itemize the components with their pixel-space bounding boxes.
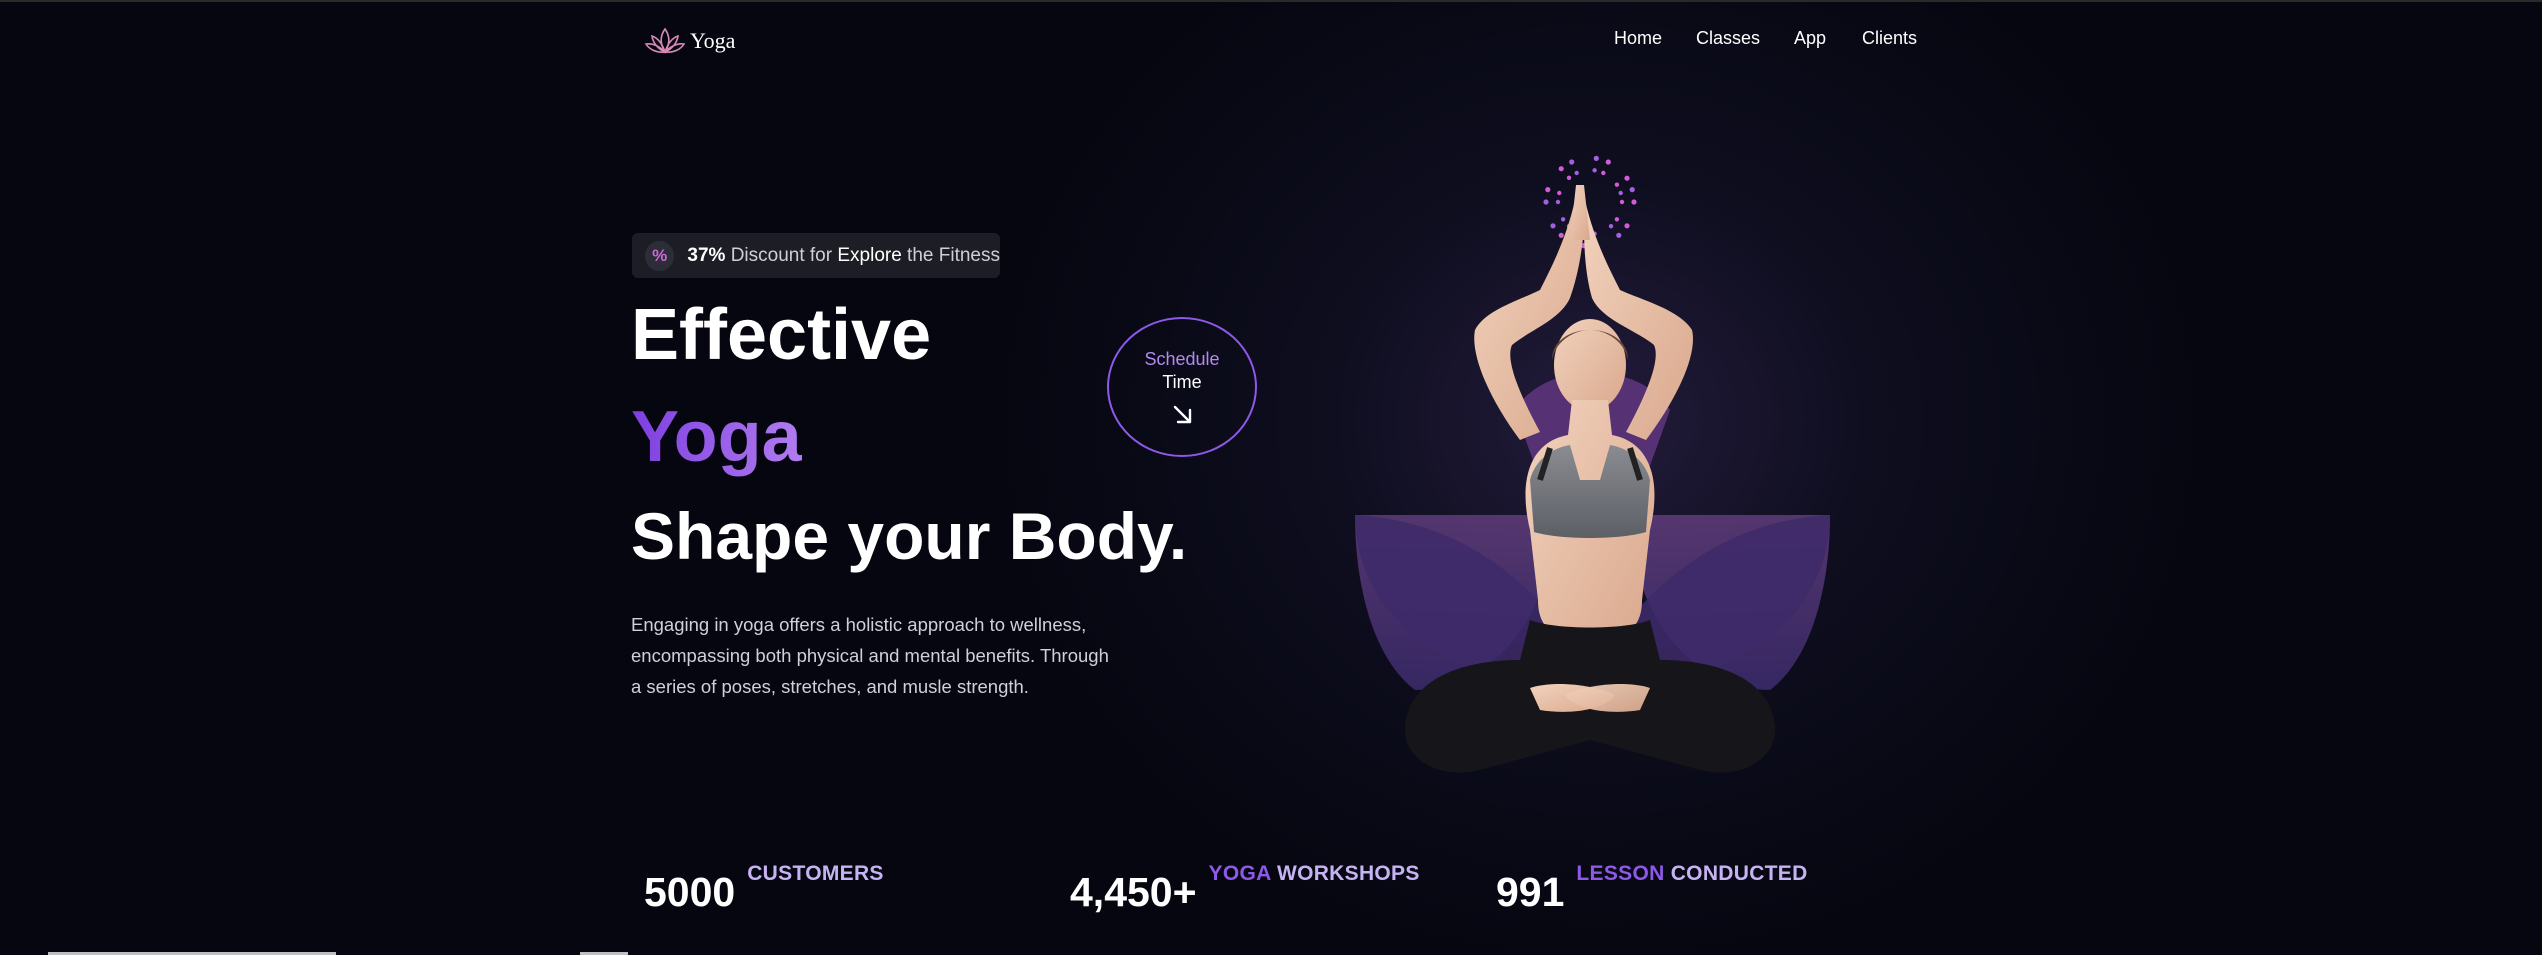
stat-label-primary: LESSON [1576, 862, 1665, 885]
stat-value: 5000 [644, 869, 736, 915]
stat-label-secondary: CONDUCTED [1670, 862, 1808, 885]
stat-workshops: 4,450+ YOGA WORKSHOPS [1070, 862, 1420, 913]
stat-lessons: 991 LESSON CONDUCTED [1496, 862, 1808, 913]
nav-clients[interactable]: Clients [1862, 28, 1917, 49]
sparkle-dot [1605, 159, 1611, 165]
arrow-down-right-icon [1173, 405, 1192, 424]
discount-highlight: Explore [837, 244, 902, 266]
stat-customers: 5000 CUSTOMERS [644, 862, 884, 913]
hero-title-line-3: Shape your Body. [631, 499, 1188, 573]
sparkle-dot [1601, 170, 1606, 176]
stat-label: YOGA WORKSHOPS [1209, 862, 1420, 886]
sparkle-dot [1592, 168, 1597, 173]
stat-value: 991 [1496, 869, 1565, 915]
logo-text: Yoga [690, 28, 736, 53]
yoga-woman-image [1404, 185, 1776, 773]
nav-home[interactable]: Home [1614, 28, 1662, 49]
discount-badge: % 37% Discount for Explore the Fitness [632, 233, 1000, 278]
stat-label-primary: YOGA [1208, 862, 1271, 885]
sparkle-dot [1569, 159, 1575, 165]
nav-app[interactable]: App [1794, 28, 1826, 49]
sparkle-dot [1574, 170, 1579, 176]
nav-classes[interactable]: Classes [1696, 28, 1760, 49]
logo[interactable]: Yoga [644, 24, 735, 58]
stat-label-text: CUSTOMERS [747, 862, 884, 885]
hero-title-line-2: Yoga [631, 397, 802, 477]
discount-text-2: the Fitness [901, 244, 1000, 266]
top-border [0, 0, 2542, 2]
stat-label: LESSON CONDUCTED [1576, 862, 1807, 886]
stat-value: 4,450+ [1070, 869, 1197, 915]
discount-percent: 37% [687, 244, 726, 266]
discount-text-1: Discount for [725, 244, 838, 266]
schedule-label: Schedule [1144, 349, 1220, 369]
page: Yoga Home Classes App Clients % 37% Disc… [0, 0, 2542, 955]
sparkle-dot [1558, 166, 1564, 172]
hero-description: Engaging in yoga offers a holistic appro… [631, 614, 1109, 697]
stat-label-secondary: WORKSHOPS [1276, 862, 1420, 885]
schedule-time-label: Time [1162, 372, 1202, 392]
stat-label: CUSTOMERS [747, 862, 884, 886]
sparkle-dot [1593, 155, 1599, 161]
hero-title-line-1: Effective [631, 295, 932, 375]
percent-icon: % [645, 240, 675, 271]
schedule-time-button[interactable]: Schedule Time [1107, 317, 1257, 457]
lotus-icon [644, 27, 686, 54]
